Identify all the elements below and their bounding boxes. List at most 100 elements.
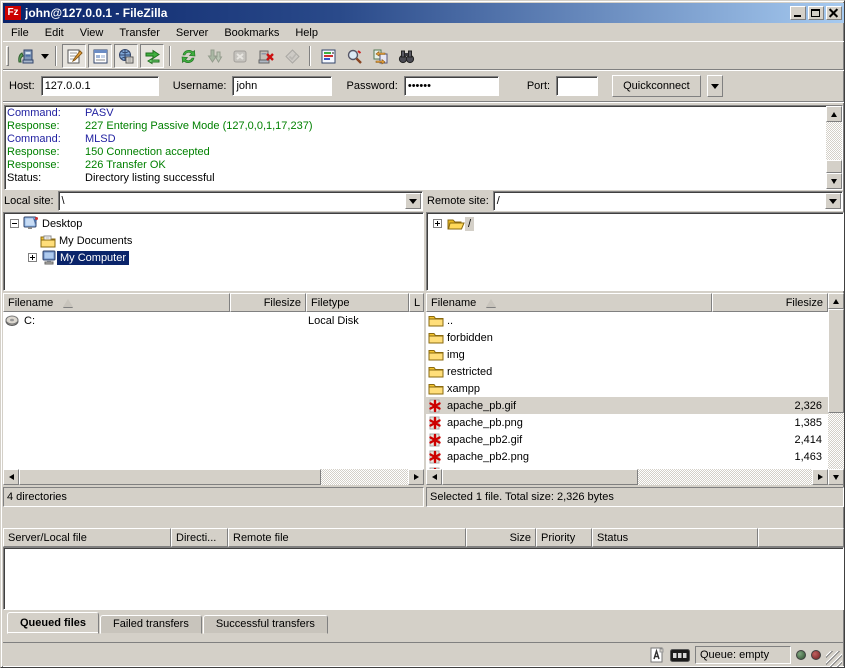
remote-horizontal-scrollbar[interactable] <box>426 469 828 485</box>
collapse-icon[interactable] <box>10 219 19 228</box>
host-input[interactable] <box>41 76 159 96</box>
process-queue-button[interactable] <box>202 44 226 68</box>
file-row[interactable]: apache_pb2.png 1,463 <box>426 448 828 465</box>
transfer-type-indicator-icon[interactable] <box>649 647 665 663</box>
scroll-right-button[interactable] <box>812 469 828 485</box>
host-label: Host: <box>9 80 35 92</box>
username-input[interactable] <box>232 76 332 96</box>
toolbar-grip[interactable] <box>6 46 9 66</box>
expand-icon[interactable] <box>433 219 442 228</box>
local-site-combo[interactable]: \ <box>58 191 423 211</box>
directory-comparison-button[interactable] <box>342 44 366 68</box>
file-row[interactable]: apache_pb2_ani.gif 2,160 <box>426 465 828 469</box>
scroll-thumb[interactable] <box>826 160 842 173</box>
menu-transfer[interactable]: Transfer <box>111 25 168 41</box>
remote-list-header: Filename Filesize <box>426 293 828 312</box>
column-header-empty[interactable] <box>758 528 844 547</box>
menu-edit[interactable]: Edit <box>37 25 72 41</box>
scroll-up-button[interactable] <box>828 293 844 309</box>
local-site-dropdown-button[interactable] <box>405 193 421 209</box>
column-label: Priority <box>541 532 575 544</box>
column-header-filetype[interactable]: Filetype <box>306 293 409 312</box>
scroll-left-button[interactable] <box>3 469 19 485</box>
remote-site-combo[interactable]: / <box>493 191 843 211</box>
speed-limits-indicator-icon[interactable] <box>670 649 690 662</box>
column-header-direction[interactable]: Directi... <box>171 528 228 547</box>
queue-status-label: Queue: empty <box>700 649 769 661</box>
password-input[interactable] <box>404 76 499 96</box>
scroll-thumb[interactable] <box>828 309 844 413</box>
column-header-last-modified[interactable]: L <box>409 293 424 312</box>
local-horizontal-scrollbar[interactable] <box>3 469 424 485</box>
toggle-local-tree-button[interactable] <box>88 44 112 68</box>
tree-item-root[interactable]: / <box>427 215 843 232</box>
queue-body[interactable] <box>3 547 844 610</box>
minimize-button[interactable] <box>790 6 806 20</box>
scroll-track[interactable] <box>828 413 844 469</box>
file-row[interactable]: apache_pb.png 1,385 <box>426 414 828 431</box>
scroll-thumb[interactable] <box>442 469 638 485</box>
scroll-down-button[interactable] <box>828 469 844 485</box>
column-header-filesize[interactable]: Filesize <box>230 293 306 312</box>
menu-file[interactable]: File <box>3 25 37 41</box>
site-manager-button[interactable] <box>13 44 37 68</box>
column-header-filename[interactable]: Filename <box>3 293 230 312</box>
remote-vertical-scrollbar[interactable] <box>828 293 844 485</box>
scroll-up-button[interactable] <box>826 106 842 122</box>
tree-item-my-computer[interactable]: My Computer <box>4 249 423 266</box>
synchronized-browsing-button[interactable] <box>368 44 392 68</box>
refresh-button[interactable] <box>176 44 200 68</box>
scroll-left-button[interactable] <box>426 469 442 485</box>
file-row[interactable]: .. <box>426 312 828 329</box>
column-header-filename[interactable]: Filename <box>426 293 712 312</box>
directory-listing-filters-button[interactable] <box>316 44 340 68</box>
port-input[interactable] <box>556 76 598 96</box>
scroll-track[interactable] <box>638 469 812 485</box>
tab-queued-files[interactable]: Queued files <box>7 612 99 634</box>
file-row[interactable]: xampp <box>426 380 828 397</box>
file-row-selected[interactable]: apache_pb.gif 2,326 <box>426 397 828 414</box>
file-name: apache_pb.gif <box>447 400 516 412</box>
menu-server[interactable]: Server <box>168 25 216 41</box>
log-vertical-scrollbar[interactable] <box>826 106 842 189</box>
column-header-priority[interactable]: Priority <box>536 528 592 547</box>
file-row[interactable]: restricted <box>426 363 828 380</box>
toggle-message-log-button[interactable] <box>62 44 86 68</box>
expand-icon[interactable] <box>28 253 37 262</box>
menu-help[interactable]: Help <box>287 25 326 41</box>
tree-item-desktop[interactable]: Desktop <box>4 215 423 232</box>
disconnect-button[interactable] <box>254 44 278 68</box>
tab-successful-transfers[interactable]: Successful transfers <box>203 615 328 634</box>
quickconnect-button[interactable]: Quickconnect <box>612 75 701 97</box>
column-header-status[interactable]: Status <box>592 528 758 547</box>
column-header-filesize[interactable]: Filesize <box>712 293 828 312</box>
column-header-server-local-file[interactable]: Server/Local file <box>3 528 171 547</box>
file-row[interactable]: C: Local Disk <box>3 312 424 329</box>
scroll-down-button[interactable] <box>826 173 842 189</box>
column-header-size[interactable]: Size <box>466 528 536 547</box>
file-row[interactable]: img <box>426 346 828 363</box>
remote-site-dropdown-button[interactable] <box>825 193 841 209</box>
reconnect-button[interactable] <box>280 44 304 68</box>
maximize-button[interactable] <box>808 6 824 20</box>
scroll-track[interactable] <box>321 469 408 485</box>
tree-item-my-documents[interactable]: My Documents <box>4 232 423 249</box>
title-bar[interactable]: Fz john@127.0.0.1 - FileZilla <box>3 3 844 23</box>
menu-bookmarks[interactable]: Bookmarks <box>216 25 287 41</box>
toggle-remote-tree-button[interactable] <box>114 44 138 68</box>
close-button[interactable] <box>826 6 842 20</box>
scroll-thumb[interactable] <box>19 469 321 485</box>
scroll-right-button[interactable] <box>408 469 424 485</box>
window-resize-grip[interactable] <box>826 651 842 667</box>
file-row[interactable]: forbidden <box>426 329 828 346</box>
menu-view[interactable]: View <box>72 25 112 41</box>
file-row[interactable]: apache_pb2.gif 2,414 <box>426 431 828 448</box>
cancel-operation-button[interactable] <box>228 44 252 68</box>
toggle-transfer-queue-button[interactable] <box>140 44 164 68</box>
quickconnect-dropdown-button[interactable] <box>707 75 723 97</box>
scroll-track[interactable] <box>826 122 842 160</box>
column-header-remote-file[interactable]: Remote file <box>228 528 466 547</box>
site-manager-dropdown-button[interactable] <box>38 45 51 67</box>
tab-failed-transfers[interactable]: Failed transfers <box>100 615 202 634</box>
find-files-button[interactable] <box>394 44 418 68</box>
